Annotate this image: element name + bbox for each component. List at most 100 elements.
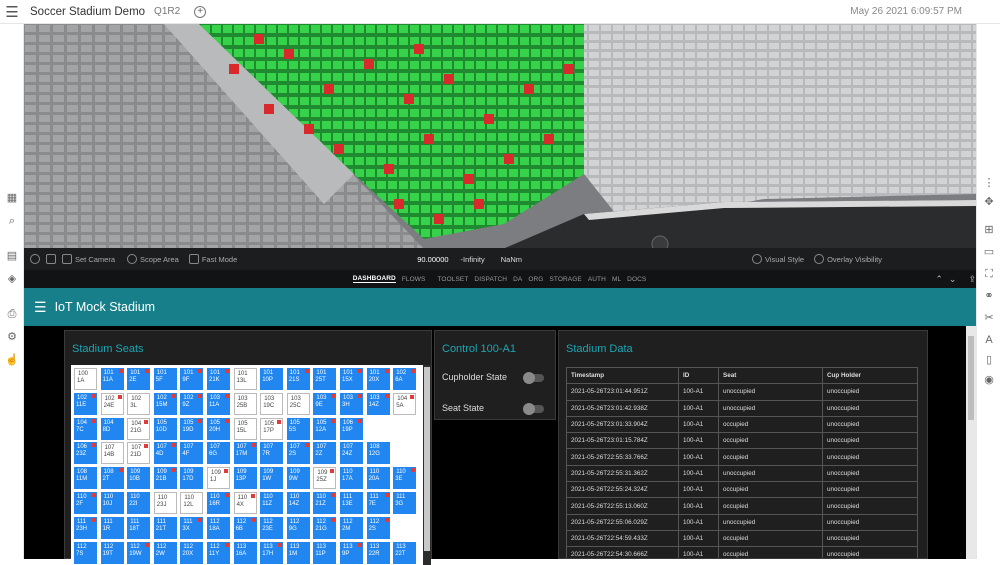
seat-button[interactable]: 113 16A xyxy=(233,541,257,564)
seat-button[interactable]: 109 13P xyxy=(233,467,257,490)
seat-button[interactable]: 112 19W xyxy=(127,541,151,564)
seat-state-toggle[interactable] xyxy=(523,403,544,415)
seat-button[interactable]: 107 17M xyxy=(233,442,257,465)
move-icon[interactable]: ✥ xyxy=(977,194,1000,210)
seat-button[interactable]: 112 21G xyxy=(313,516,337,539)
seat-button[interactable]: 105 15L xyxy=(233,417,257,440)
seat-button[interactable]: 101 10P xyxy=(260,368,284,390)
seat-button[interactable]: 112 2S xyxy=(366,516,390,539)
seat-button[interactable]: 111 18T xyxy=(127,516,151,539)
seat-button[interactable]: 106 23Z xyxy=(74,442,97,465)
seat-button[interactable]: 110 20A xyxy=(366,467,390,490)
seat-button[interactable]: 107 7R xyxy=(260,442,284,465)
tab-ml[interactable]: ML xyxy=(612,276,621,283)
link-icon[interactable]: ⚭ xyxy=(977,288,1000,304)
seat-button[interactable]: 110 10J xyxy=(100,492,124,514)
seat-button[interactable]: 103 25B xyxy=(233,392,257,415)
seat-button[interactable]: 110 23J xyxy=(153,492,177,514)
seat-button[interactable]: 101 9F xyxy=(180,368,204,390)
seat-button[interactable]: 103 3H xyxy=(340,392,363,415)
tab-auth[interactable]: AUTH xyxy=(588,276,606,283)
seat-button[interactable]: 102 6A xyxy=(393,368,417,390)
tab-storage[interactable]: STORAGE xyxy=(549,276,581,283)
seat-button[interactable]: 103 11A xyxy=(207,392,230,415)
seat-button[interactable]: 112 7S xyxy=(74,541,97,564)
seat-button[interactable]: 109 25Z xyxy=(313,467,337,490)
seat-button[interactable]: 107 2S xyxy=(286,442,310,465)
seat-button[interactable]: 100 1A xyxy=(74,368,97,390)
visual-style-button[interactable]: Visual Style xyxy=(752,254,804,264)
add-tab-icon[interactable]: + xyxy=(194,5,207,18)
seat-button[interactable]: 105 19D xyxy=(180,417,204,440)
seat-button[interactable]: 110 21Z xyxy=(313,492,337,514)
seat-button[interactable]: 105 17P xyxy=(260,417,284,440)
seat-button[interactable]: 111 23H xyxy=(74,516,97,539)
seat-button[interactable]: 112 18A xyxy=(207,516,230,539)
broadcast-icon[interactable]: ◉ xyxy=(977,372,1000,388)
seat-button[interactable]: 108 11M xyxy=(74,467,97,490)
seat-button[interactable]: 112 23E xyxy=(260,516,284,539)
hierarchy-icon[interactable]: ⊞ xyxy=(977,222,1000,238)
fullscreen-icon[interactable]: ⛶ xyxy=(977,266,1000,282)
seat-button[interactable]: 109 21B xyxy=(153,467,177,490)
seat-button[interactable]: 107 24Z xyxy=(340,442,363,465)
seat-button[interactable]: 110 14Z xyxy=(286,492,310,514)
scissors-icon[interactable]: ✂ xyxy=(977,310,1000,326)
seat-button[interactable]: 111 3X xyxy=(180,516,204,539)
seat-button[interactable]: 109 17D xyxy=(180,467,204,490)
tab-dispatch[interactable]: DISPATCH xyxy=(474,276,507,283)
seat-button[interactable]: 112 19T xyxy=(100,541,124,564)
robot-icon[interactable]: ⚙ xyxy=(0,329,24,345)
share-icon[interactable]: ⇪ xyxy=(968,274,976,285)
print-icon[interactable]: ⎙ xyxy=(0,306,24,322)
seat-button[interactable]: 101 21K xyxy=(207,368,230,390)
seat-button[interactable]: 109 1J xyxy=(207,467,230,490)
text-icon[interactable]: A xyxy=(977,332,1000,348)
seat-button[interactable]: 112 20X xyxy=(180,541,204,564)
seat-button[interactable]: 101 15X xyxy=(340,368,363,390)
tab-da[interactable]: DA xyxy=(513,276,522,283)
seat-button[interactable]: 108 12G xyxy=(366,442,390,465)
seat-button[interactable]: 105 12A xyxy=(313,417,337,440)
seat-button[interactable]: 113 17H xyxy=(260,541,284,564)
seat-button[interactable]: 109 1W xyxy=(260,467,284,490)
seat-button[interactable]: 101 11A xyxy=(100,368,124,390)
window-icon[interactable]: ▭ xyxy=(977,244,1000,260)
seat-grid-scrollbar[interactable] xyxy=(423,365,431,565)
seat-button[interactable]: 107 2Z xyxy=(313,442,337,465)
seat-button[interactable]: 101 5F xyxy=(153,368,177,390)
page-scrollbar[interactable] xyxy=(966,326,976,559)
seat-button[interactable]: 112 11Y xyxy=(207,541,230,564)
seat-button[interactable]: 103 9E xyxy=(313,392,337,415)
stadium-3d-view[interactable] xyxy=(24,24,976,270)
search-icon[interactable]: ⌕ xyxy=(0,213,24,229)
seat-button[interactable]: 103 25C xyxy=(286,392,310,415)
overlay-visibility-button[interactable]: Overlay Visibility xyxy=(814,254,882,264)
seat-button[interactable]: 110 12L xyxy=(180,492,204,514)
set-camera-button[interactable]: Set Camera xyxy=(62,254,115,264)
seat-button[interactable]: 104 7C xyxy=(74,417,97,440)
cupholder-state-toggle[interactable] xyxy=(523,372,544,384)
seat-button[interactable]: 105 5S xyxy=(286,417,310,440)
dashboard-icon[interactable]: ▦ xyxy=(0,190,24,206)
dots-icon[interactable]: ⋮ xyxy=(977,175,1000,191)
layers-icon[interactable]: ◈ xyxy=(0,271,24,287)
seat-button[interactable]: 113 22T xyxy=(393,541,417,564)
seat-button[interactable]: 104 5A xyxy=(393,392,417,415)
seat-button[interactable]: 107 4F xyxy=(180,442,204,465)
hand-icon[interactable]: ☝ xyxy=(0,352,24,368)
tab-dashboard[interactable]: DASHBOARD xyxy=(352,275,396,283)
seat-button[interactable]: 111 3G xyxy=(393,492,417,514)
tab-docs[interactable]: DOCS xyxy=(627,276,646,283)
tab-org[interactable]: ORG xyxy=(528,276,543,283)
chevron-up-icon[interactable]: ⌃ xyxy=(935,274,943,285)
seat-button[interactable]: 112 2W xyxy=(153,541,177,564)
seat-button[interactable]: 108 2T xyxy=(100,467,124,490)
seat-button[interactable]: 102 3L xyxy=(127,392,151,415)
scope-area-button[interactable]: Scope Area xyxy=(127,254,179,264)
seat-button[interactable]: 109 10B xyxy=(127,467,151,490)
clock-icon[interactable] xyxy=(30,254,40,264)
cube-icon[interactable] xyxy=(46,254,56,264)
table-icon[interactable]: ▤ xyxy=(0,248,24,264)
seat-button[interactable]: 102 9Z xyxy=(180,392,204,415)
